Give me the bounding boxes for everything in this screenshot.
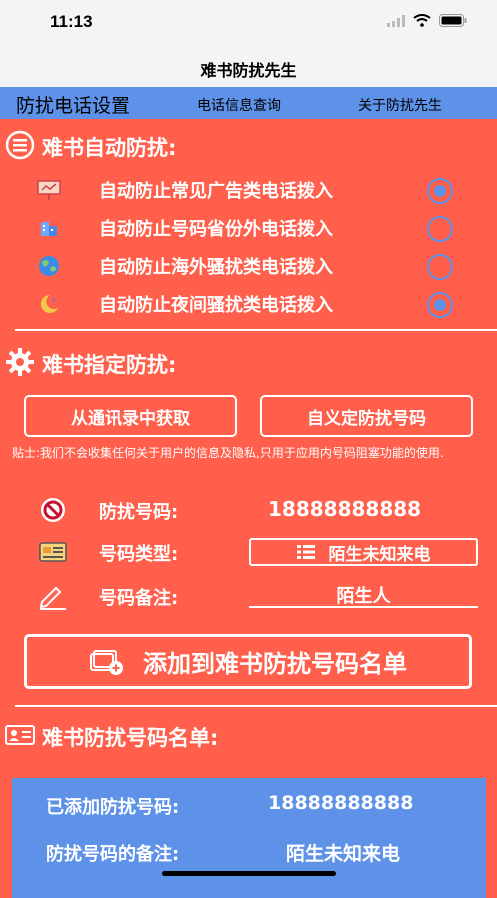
moon-icon: z [40,294,58,313]
list-circle-icon [5,130,35,160]
option-out-province-radio[interactable] [427,216,453,242]
id-card-icon [39,542,67,562]
status-time: 11:13 [50,12,93,31]
globe-icon [39,256,59,276]
tab-bar: 防扰电话设置 电话信息查询 关于防扰先生 [0,87,497,119]
page-title: 难书防扰先生 [200,61,297,80]
tab-about[interactable]: 关于防扰先生 [358,95,442,115]
tab-call-info[interactable]: 电话信息查询 [197,95,281,115]
battery-icon [439,14,467,27]
number-type-select[interactable]: 陌生未知来电 [249,538,478,566]
auto-section-title: 难书自动防扰: [42,136,177,160]
added-number-label: 已添加防扰号码: [46,797,180,818]
status-bar: 11:13 [0,0,497,44]
status-icons [387,14,467,27]
home-indicator [162,871,336,876]
custom-section-title: 难书指定防扰: [42,353,177,377]
option-ad-calls-radio[interactable] [427,178,453,204]
remark-input[interactable]: 陌生人 [249,582,478,608]
svg-text:z: z [52,296,56,304]
added-remark-value: 陌生未知来电 [286,843,401,865]
section-divider-2 [15,705,497,707]
option-overseas-label: 自动防止海外骚扰类电话拨入 [99,257,333,278]
block-list-card: 已添加防扰号码: 18888888888 防扰号码的备注: 陌生未知来电 [12,778,486,898]
from-contacts-button[interactable]: 从通讯录中获取 [24,395,237,437]
added-remark-label: 防扰号码的备注: [46,844,180,865]
contact-card-icon [5,725,35,745]
number-label: 防扰号码: [99,502,179,523]
nav-bar: 难书防扰先生 [0,44,497,87]
option-out-province-label: 自动防止号码省份外电话拨入 [99,219,333,240]
privacy-note: 贴士:我们不会收集任何关于用户的信息及隐私,只用于应用内号码阻塞功能的使用. [12,446,444,460]
number-type-value: 陌生未知来电 [328,544,431,565]
tab-call-settings[interactable]: 防扰电话设置 [16,91,130,118]
option-overseas-radio[interactable] [427,254,453,280]
option-night-radio[interactable] [427,292,453,318]
add-card-icon [90,649,123,675]
wifi-icon [413,14,431,27]
add-to-list-label: 添加到难书防扰号码名单 [143,650,407,678]
added-number-value: 18888888888 [268,792,414,814]
option-ad-calls-label: 自动防止常见广告类电话拨入 [99,181,333,202]
block-icon [41,498,65,522]
gear-icon [6,348,34,376]
signal-icon [387,14,405,27]
remark-label: 号码备注: [99,588,179,609]
menu-icon [296,545,315,559]
building-icon [41,222,57,236]
number-value: 18888888888 [268,497,422,521]
billboard-icon [37,180,61,200]
remark-underline [249,606,478,608]
add-to-list-button[interactable]: 添加到难书防扰号码名单 [24,634,472,689]
section-divider [15,329,497,331]
custom-number-button[interactable]: 自义定防扰号码 [260,395,473,437]
pencil-icon [39,586,66,610]
option-night-label: 自动防止夜间骚扰类电话拨入 [99,295,333,316]
list-section-title: 难书防扰号码名单: [42,726,219,750]
type-label: 号码类型: [99,544,179,565]
